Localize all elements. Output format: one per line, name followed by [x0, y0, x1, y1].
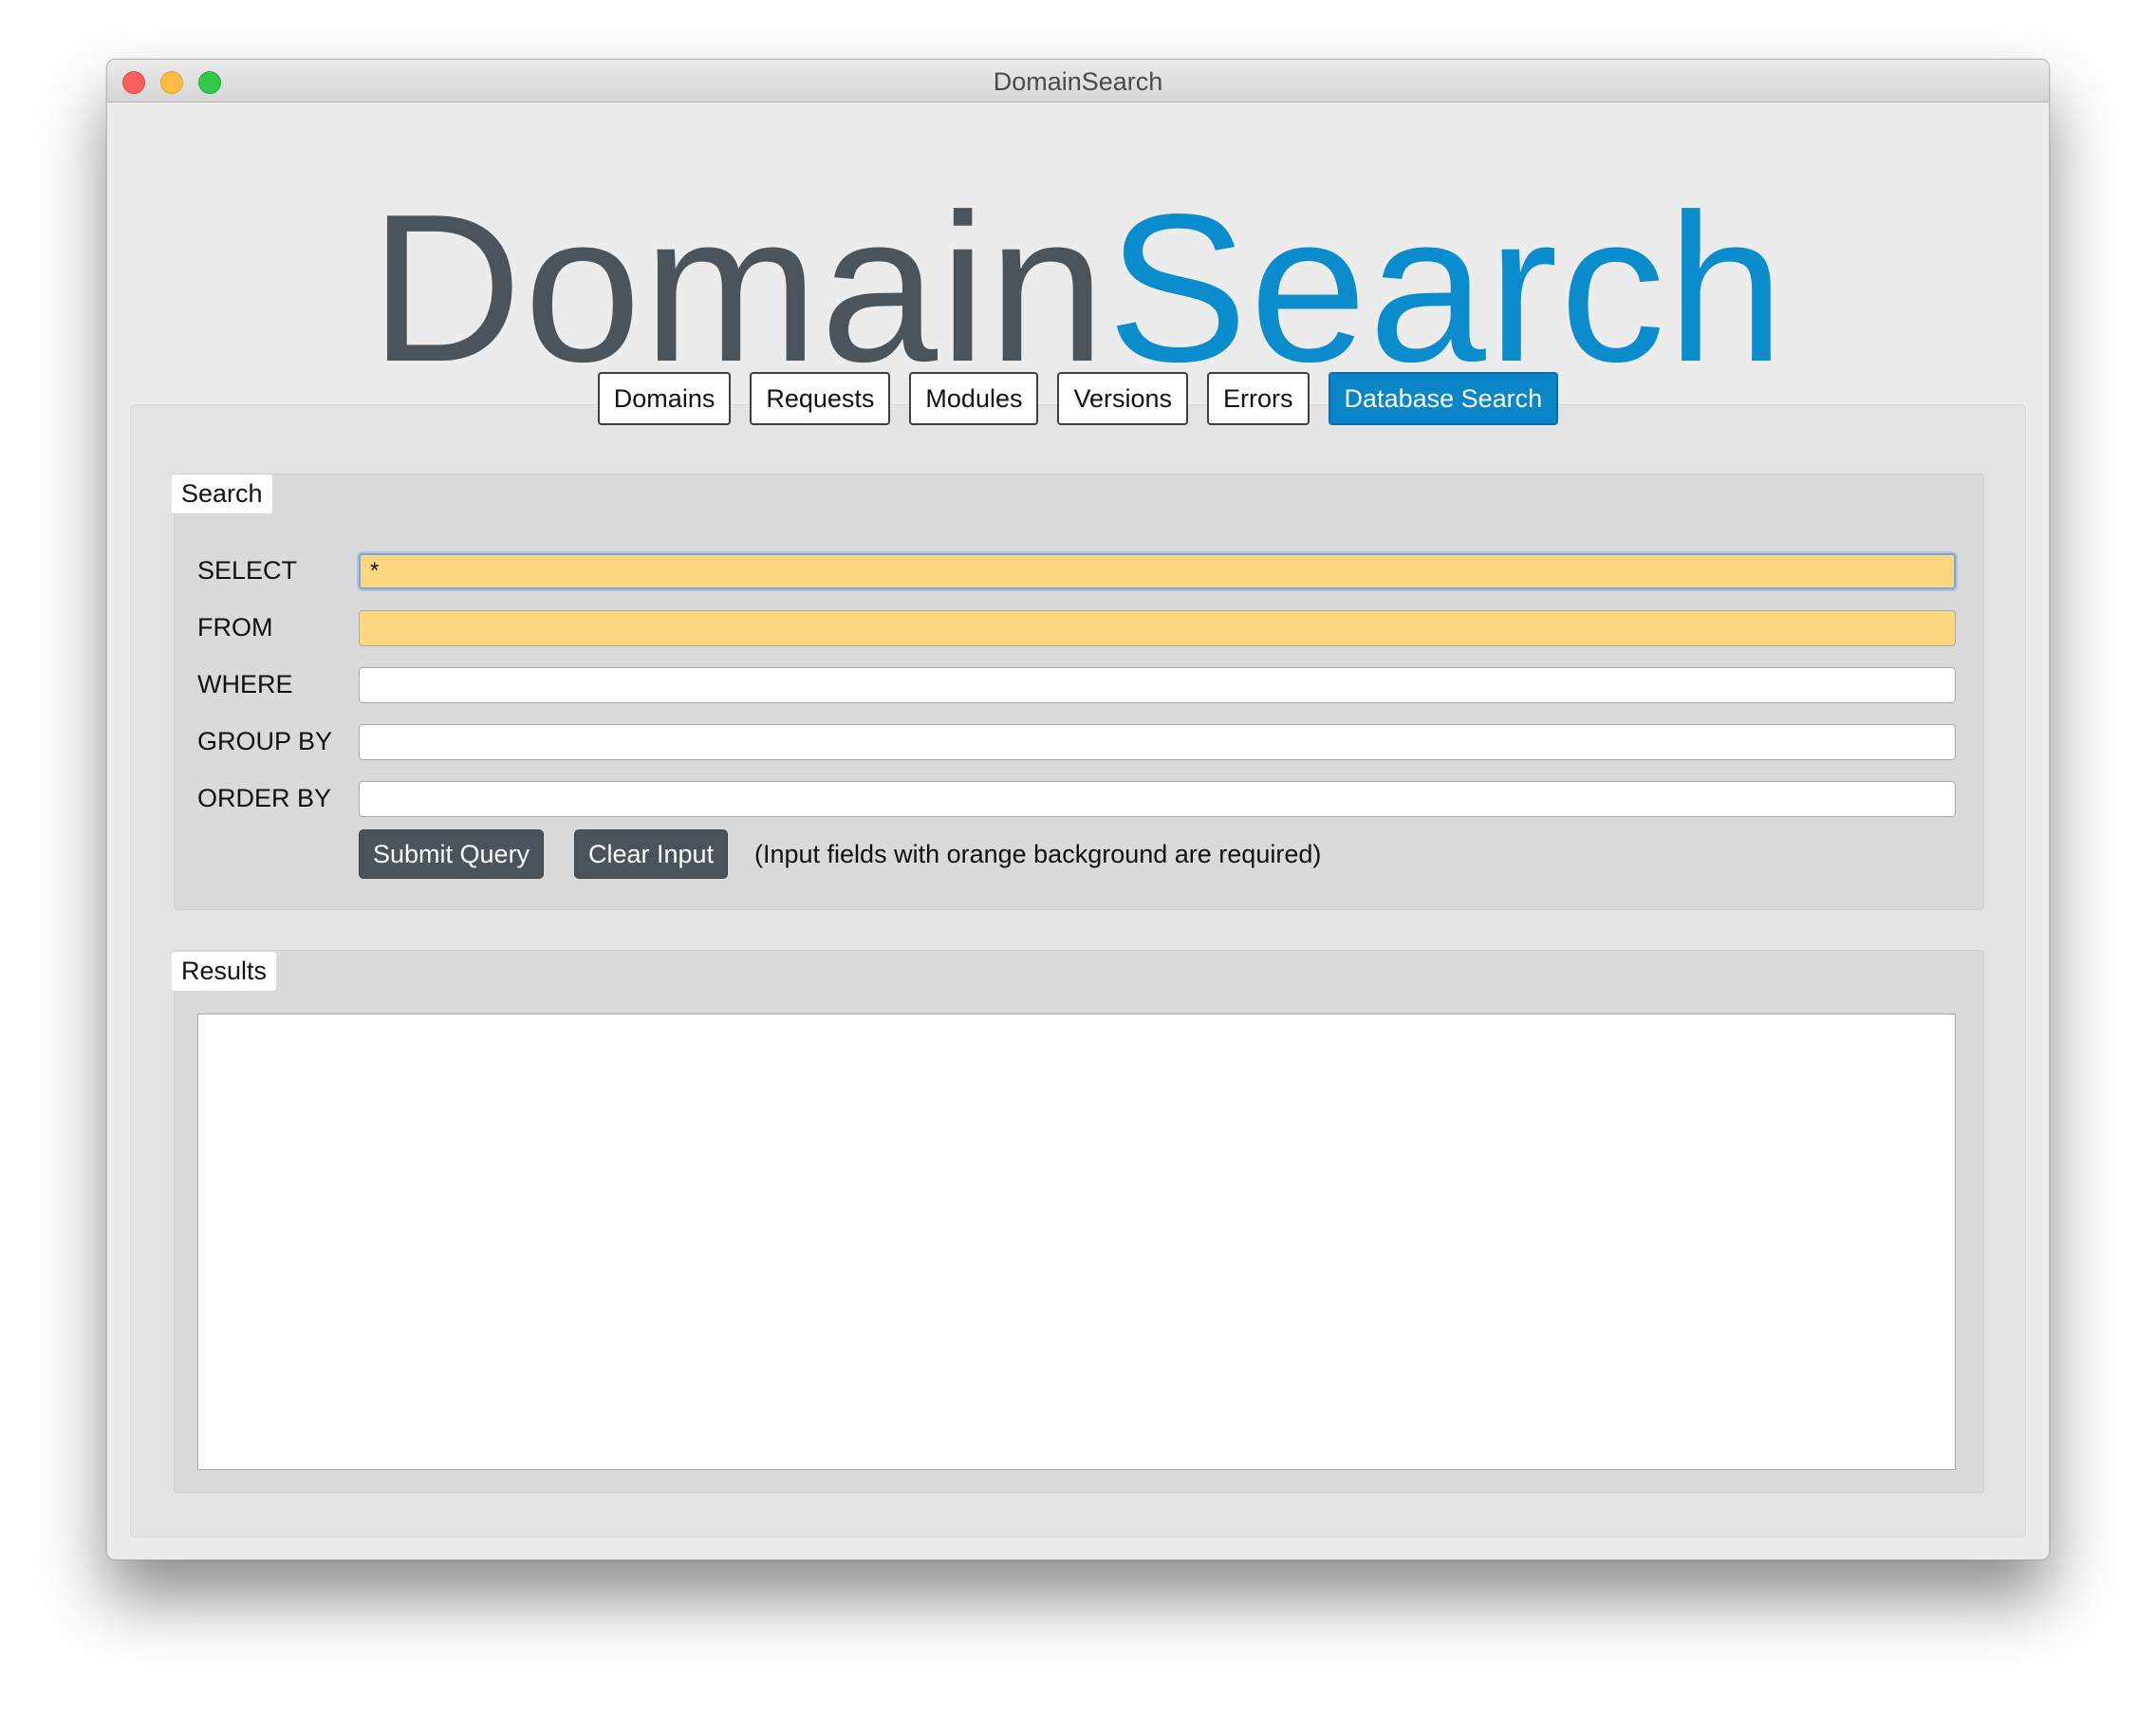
tab-versions[interactable]: Versions — [1057, 372, 1189, 425]
window-title: DomainSearch — [993, 67, 1163, 96]
required-fields-hint: (Input fields with orange background are… — [754, 840, 1322, 868]
tab-domains[interactable]: Domains — [597, 372, 732, 425]
results-area[interactable] — [197, 1014, 1956, 1470]
select-input[interactable] — [359, 553, 1956, 589]
tab-requests[interactable]: Requests — [750, 372, 891, 425]
from-input[interactable] — [359, 610, 1956, 646]
from-label: FROM — [197, 613, 273, 642]
where-input[interactable] — [359, 667, 1956, 703]
results-legend: Results — [172, 952, 277, 991]
group-by-input[interactable] — [359, 724, 1956, 760]
where-label: WHERE — [197, 670, 293, 698]
search-legend: Search — [172, 475, 272, 513]
group-by-label: GROUP BY — [197, 727, 333, 755]
select-label: SELECT — [197, 556, 298, 585]
clear-input-button[interactable]: Clear Input — [574, 829, 729, 879]
tab-bar: Domains Requests Modules Versions Errors Data… — [107, 372, 2049, 425]
app-logo: DomainSearch — [107, 183, 2049, 394]
order-by-label: ORDER BY — [197, 784, 332, 812]
title-bar[interactable]: DomainSearch — [107, 60, 2049, 102]
tab-errors[interactable]: Errors — [1207, 372, 1310, 425]
logo-search: Search — [1106, 171, 1787, 406]
tab-database-search[interactable]: Database Search — [1328, 372, 1559, 425]
submit-query-button[interactable]: Submit Query — [359, 829, 545, 879]
order-by-input[interactable] — [359, 781, 1956, 817]
tab-modules[interactable]: Modules — [909, 372, 1039, 425]
logo-domain: Domain — [369, 171, 1107, 406]
app-window: DomainSearch DomainSearch Domains Request… — [106, 59, 2050, 1560]
